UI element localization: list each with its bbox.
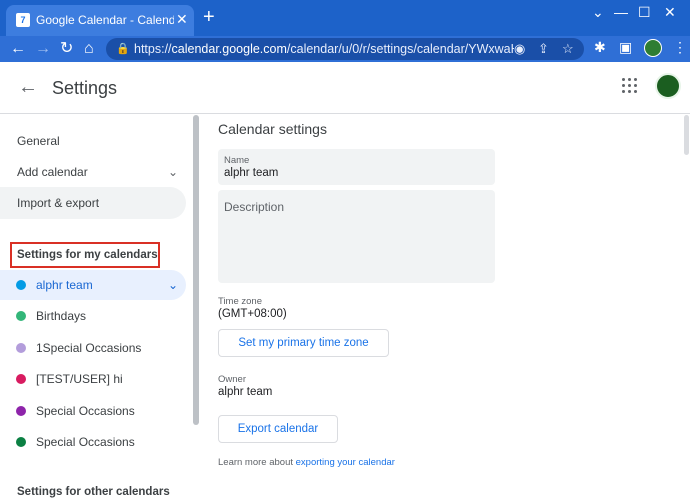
calendar-color-dot (16, 311, 26, 321)
owner-value: alphr team (218, 386, 273, 398)
name-value: alphr team (224, 167, 279, 179)
eye-icon[interactable]: ◉ (514, 41, 525, 57)
tab-strip: 7 Google Calendar - Calendar setti ✕ + ⌄… (0, 0, 690, 36)
minimize-icon[interactable]: — (614, 4, 628, 20)
sidebar-item-label: Import & export (17, 196, 100, 210)
sidebar-item-calendar[interactable]: Special Occasions (0, 396, 186, 426)
section-heading-my-calendars: Settings for my calendars (10, 242, 160, 268)
sidebar-item-calendar[interactable]: alphr team ⌄ (0, 270, 186, 300)
sidebar-item-label: alphr team (36, 278, 93, 292)
sidebar-item-add-calendar[interactable]: Add calendar ⌄ (0, 156, 186, 188)
browser-toolbar: ← → ↻ ⌂ 🔒 https://calendar.google.com/ca… (0, 36, 690, 62)
sidebar-item-label: Special Occasions (36, 404, 135, 418)
avatar[interactable] (655, 73, 681, 99)
sidebar-scrollbar[interactable] (193, 115, 199, 425)
set-primary-timezone-button[interactable]: Set my primary time zone (218, 329, 389, 357)
calendar-settings-panel: Calendar settings Name alphr team Descri… (200, 115, 690, 494)
export-calendar-button[interactable]: Export calendar (218, 415, 338, 443)
forward-icon[interactable]: → (35, 37, 51, 61)
url-text: https://calendar.google.com/calendar/u/0… (134, 42, 514, 56)
home-icon[interactable]: ⌂ (84, 37, 94, 61)
chevron-down-icon[interactable]: ⌄ (592, 4, 604, 21)
app-header: ← Settings (0, 62, 690, 114)
sidebar-item-calendar[interactable]: [TEST/USER] hi (0, 364, 186, 394)
owner-label: Owner (218, 374, 246, 385)
sidebar-item-general[interactable]: General (0, 125, 186, 157)
reload-icon[interactable]: ↻ (60, 37, 73, 61)
browser-tab[interactable]: 7 Google Calendar - Calendar setti ✕ (6, 5, 194, 36)
sidebar-item-label: [TEST/USER] hi (36, 372, 123, 386)
calendar-favicon-icon: 7 (16, 13, 30, 27)
learn-more-text: Learn more about exporting your calendar (218, 457, 395, 468)
sidebar-item-import-export[interactable]: Import & export (0, 187, 186, 219)
name-label: Name (224, 155, 250, 166)
settings-sidebar: General Add calendar ⌄ Import & export S… (0, 115, 199, 498)
sidebar-item-label: Special Occasions (36, 435, 135, 449)
plus-icon[interactable]: + (203, 7, 215, 27)
chevron-down-icon[interactable]: ⌄ (168, 156, 178, 188)
sidebar-item-label: 1Special Occasions (36, 341, 142, 355)
main-scrollbar[interactable] (684, 115, 689, 155)
export-help-link[interactable]: exporting your calendar (296, 457, 395, 468)
description-field[interactable]: Description (218, 190, 495, 283)
maximize-icon[interactable]: ☐ (638, 4, 651, 21)
close-icon[interactable]: ✕ (176, 11, 188, 28)
section-heading-other-calendars: Settings for other calendars (17, 486, 170, 498)
share-icon[interactable]: ⇪ (538, 41, 549, 57)
calendar-color-dot (16, 280, 26, 290)
chevron-down-icon[interactable]: ⌄ (168, 270, 178, 300)
lock-icon[interactable]: 🔒 (116, 42, 130, 55)
back-icon[interactable]: ← (10, 37, 26, 61)
profile-avatar[interactable] (644, 39, 662, 57)
sidebar-item-calendar[interactable]: Birthdays (0, 301, 186, 331)
sidebar-item-label: Birthdays (36, 309, 87, 323)
back-icon[interactable]: ← (18, 76, 38, 99)
sidebar-item-calendar[interactable]: Special Occasions (0, 427, 186, 457)
calendar-color-dot (16, 374, 26, 384)
page-title: Settings (52, 78, 118, 98)
window-close-icon[interactable]: ✕ (664, 4, 676, 21)
calendar-color-dot (16, 406, 26, 416)
description-placeholder: Description (224, 200, 285, 214)
timezone-label: Time zone (218, 296, 262, 307)
timezone-value: (GMT+08:00) (218, 308, 287, 320)
star-icon[interactable]: ☆ (562, 41, 574, 57)
sidepanel-icon[interactable]: ▣ (619, 39, 632, 56)
name-field[interactable]: Name alphr team (218, 149, 495, 185)
sidebar-item-label: Add calendar (17, 165, 88, 179)
apps-grid-icon[interactable] (622, 78, 638, 94)
tab-title: Google Calendar - Calendar setti (36, 13, 174, 27)
sidebar-item-label: General (17, 134, 60, 148)
menu-icon[interactable]: ⋮ (673, 39, 687, 56)
section-title: Calendar settings (218, 121, 327, 137)
address-bar[interactable]: 🔒 https://calendar.google.com/calendar/u… (106, 38, 584, 60)
sidebar-item-calendar[interactable]: 1Special Occasions (0, 333, 186, 363)
extensions-icon[interactable]: ✱ (594, 39, 606, 56)
calendar-color-dot (16, 343, 26, 353)
calendar-color-dot (16, 437, 26, 447)
